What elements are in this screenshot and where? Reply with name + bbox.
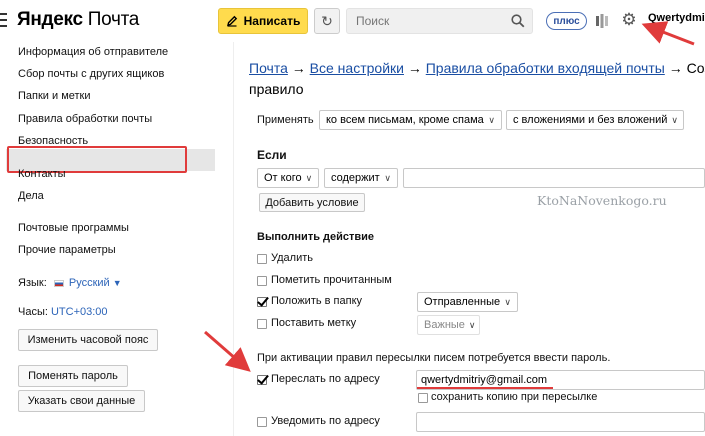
annotation-arrows <box>204 21 695 372</box>
annotation-arrow-settings <box>641 21 695 46</box>
annotation-arrow-forward <box>204 330 251 372</box>
